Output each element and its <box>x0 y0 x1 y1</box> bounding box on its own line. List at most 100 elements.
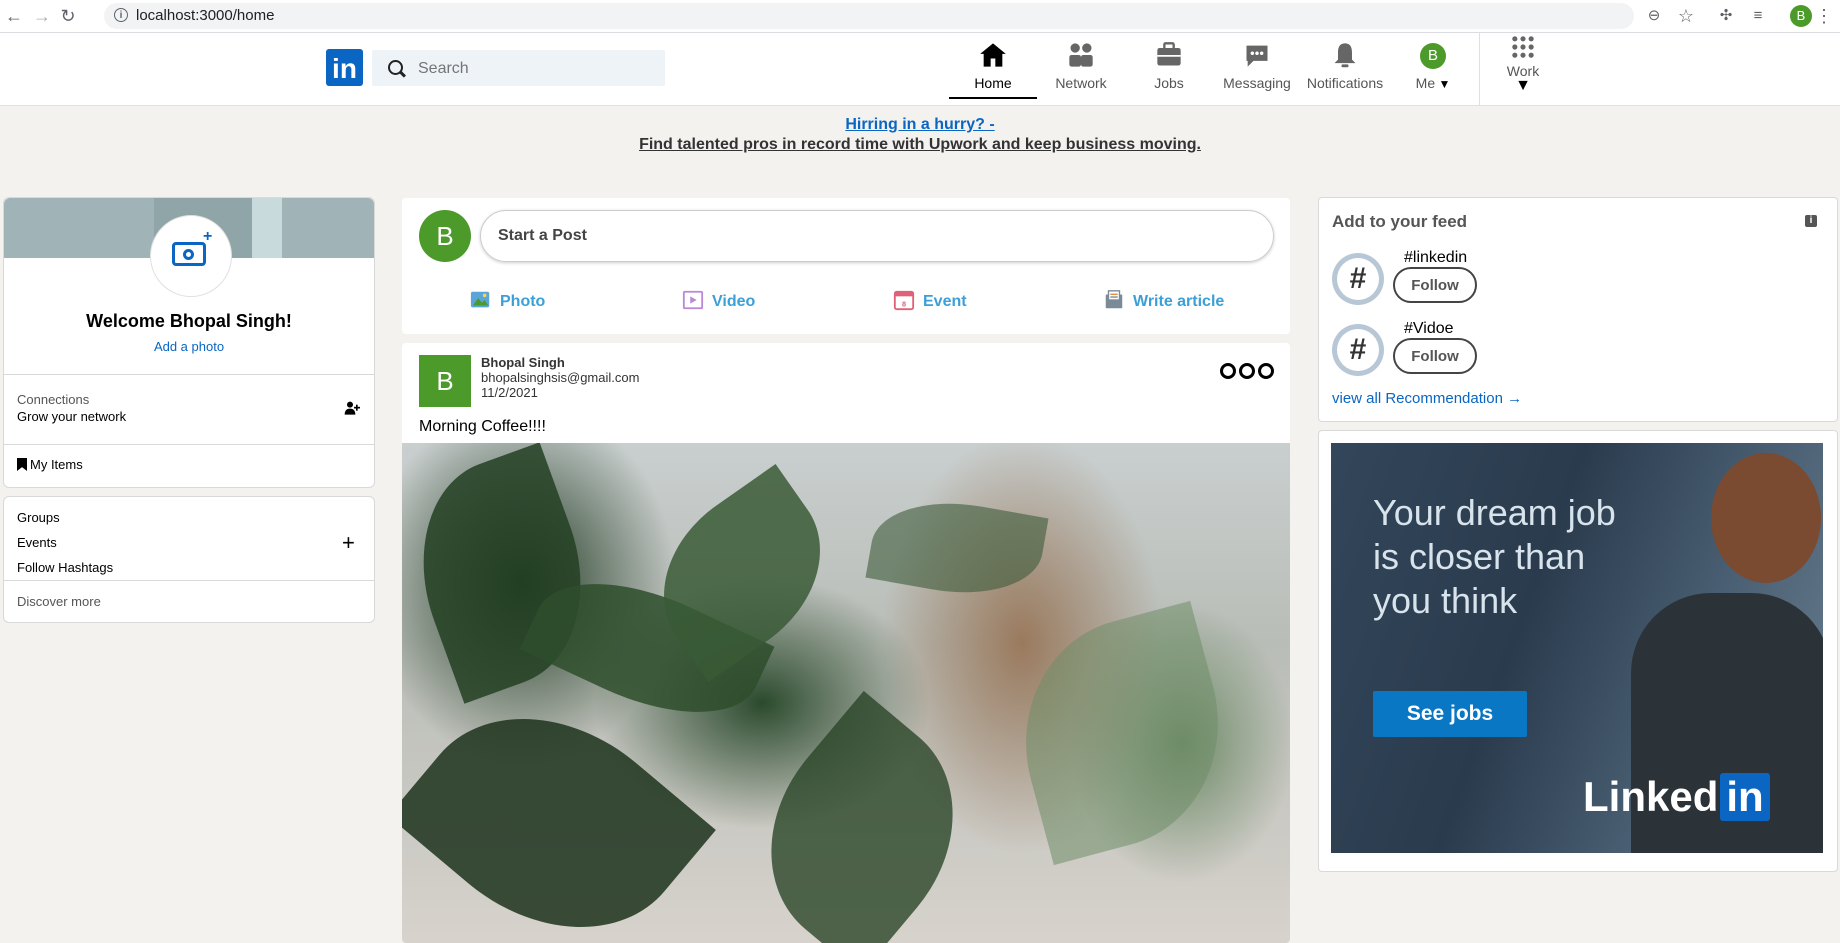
hashtag-icon: # <box>1332 324 1384 376</box>
my-items-link[interactable]: My Items <box>17 457 83 472</box>
profile-photo-placeholder[interactable]: + <box>150 215 232 297</box>
svg-text:8: 8 <box>902 299 906 308</box>
video-button[interactable]: Video <box>682 289 755 311</box>
follow-hashtags-link[interactable]: Follow Hashtags <box>17 560 113 575</box>
nav-messaging-label: Messaging <box>1223 75 1291 91</box>
plus-icon: + <box>203 228 213 245</box>
forward-icon[interactable]: → <box>32 6 52 26</box>
grid-icon <box>1512 36 1534 58</box>
url-text[interactable]: localhost:3000/home <box>136 7 274 24</box>
groups-link[interactable]: Groups <box>17 510 60 525</box>
photo-label: Photo <box>500 293 546 310</box>
ad-headline: Your dream job is closer than you think <box>1373 492 1616 621</box>
nav-notifications-label: Notifications <box>1306 75 1384 91</box>
caret-down-icon: ▼ <box>1515 77 1531 94</box>
browser-toolbar: ← → ↻ i localhost:3000/home ⊖ ☆ ✣ ≡ B ⋮ <box>0 0 1840 33</box>
messaging-icon <box>1246 45 1268 67</box>
nav-home[interactable]: Home <box>949 41 1037 99</box>
search-input[interactable] <box>416 56 650 82</box>
nav-notifications[interactable]: Notifications <box>1301 41 1389 101</box>
follow-button[interactable]: Follow <box>1393 338 1477 374</box>
events-link[interactable]: Events <box>17 535 57 550</box>
view-all-recommendations-link[interactable]: view all Recommendation → <box>1332 390 1522 407</box>
divider <box>4 374 374 375</box>
add-photo-link[interactable]: Add a photo <box>4 339 374 354</box>
avatar[interactable]: B <box>419 210 471 262</box>
event-button[interactable]: 8 Event <box>893 289 967 311</box>
nav-network[interactable]: Network <box>1037 41 1125 101</box>
network-icon <box>1069 43 1093 67</box>
zoom-icon[interactable]: ⊖ <box>1644 6 1664 26</box>
hashtag-name[interactable]: #Vidoe <box>1404 320 1454 338</box>
add-event-icon[interactable]: + <box>342 532 355 554</box>
info-icon[interactable]: i <box>1805 215 1817 227</box>
write-article-label: Write article <box>1133 293 1225 310</box>
add-to-feed-title: Add to your feed <box>1332 212 1468 231</box>
reading-list-icon[interactable]: ≡ <box>1748 6 1768 26</box>
ad-person-figure <box>1711 453 1821 583</box>
promo-link[interactable]: Hirring in a hurry? - <box>845 116 994 133</box>
camera-icon <box>172 242 206 266</box>
post-image[interactable] <box>402 443 1290 943</box>
nav-work[interactable]: Work ▼ <box>1479 33 1567 94</box>
arrow-right-icon: → <box>1502 390 1523 407</box>
hashtag-icon: # <box>1332 253 1384 305</box>
home-icon <box>980 43 1006 67</box>
grow-network-label[interactable]: Grow your network <box>17 409 126 424</box>
nav-me-label: Me <box>1415 75 1436 91</box>
extensions-icon[interactable]: ✣ <box>1716 6 1736 26</box>
browser-profile-avatar[interactable]: B <box>1790 5 1812 27</box>
hashtag-name[interactable]: #linkedin <box>1404 249 1467 267</box>
feed-post: B Bhopal Singh bhopalsinghsis@gmail.com … <box>402 343 1290 943</box>
write-article-button[interactable]: Write article <box>1103 289 1224 311</box>
profile-card: + Welcome Bhopal Singh! Add a photo Conn… <box>3 197 375 488</box>
add-person-icon[interactable] <box>344 400 360 416</box>
follow-button[interactable]: Follow <box>1393 267 1477 303</box>
bookmark-star-icon[interactable]: ☆ <box>1676 6 1696 26</box>
post-text: Morning Coffee!!!! <box>419 418 546 435</box>
photo-button[interactable]: Photo <box>470 289 545 311</box>
address-bar[interactable]: i localhost:3000/home <box>104 3 1634 29</box>
reload-icon[interactable]: ↻ <box>58 6 78 26</box>
nav-jobs[interactable]: Jobs <box>1125 41 1213 101</box>
ad-card: Your dream job is closer than you think … <box>1318 430 1838 872</box>
nav-home-label: Home <box>974 75 1012 91</box>
briefcase-icon <box>1157 42 1181 66</box>
divider <box>4 580 374 581</box>
welcome-text: Welcome Bhopal Singh! <box>86 311 292 331</box>
top-navbar: in Home Network Jobs Messaging Notificat… <box>0 33 1840 106</box>
search-bar[interactable] <box>372 50 665 86</box>
ad-image[interactable]: Your dream job is closer than you think … <box>1331 443 1823 853</box>
post-author-name[interactable]: Bhopal Singh <box>481 355 565 370</box>
bell-icon <box>1334 43 1356 68</box>
me-avatar: B <box>1420 43 1446 69</box>
post-composer: B Start a Post Photo Video 8 Event Write … <box>402 198 1290 334</box>
divider <box>4 444 374 445</box>
discover-more-link[interactable]: Discover more <box>17 594 101 609</box>
site-info-icon[interactable]: i <box>114 8 128 22</box>
start-post-input[interactable]: Start a Post <box>480 210 1274 262</box>
view-all-label: view all Recommendation <box>1332 390 1503 407</box>
start-post-placeholder: Start a Post <box>498 227 587 244</box>
more-options-icon[interactable] <box>1220 363 1277 384</box>
back-icon[interactable]: ← <box>4 6 24 26</box>
nav-messaging[interactable]: Messaging <box>1213 41 1301 101</box>
video-icon <box>682 290 704 310</box>
see-jobs-button[interactable]: See jobs <box>1373 691 1527 737</box>
photo-icon <box>470 291 490 308</box>
connections-label[interactable]: Connections <box>17 392 89 407</box>
post-author-email: bhopalsinghsis@gmail.com <box>481 370 640 385</box>
post-date: 11/2/2021 <box>481 385 538 400</box>
nav-jobs-label: Jobs <box>1154 75 1184 91</box>
browser-menu-icon[interactable]: ⋮ <box>1814 6 1834 26</box>
post-author-avatar[interactable]: B <box>419 355 471 407</box>
video-label: Video <box>712 293 756 310</box>
linkedin-ad-logo: Linked in <box>1583 773 1770 821</box>
linkedin-logo[interactable]: in <box>326 49 363 86</box>
search-icon <box>388 60 403 75</box>
article-icon <box>1105 290 1123 309</box>
nav-network-label: Network <box>1055 75 1107 91</box>
caret-down-icon: ▼ <box>1435 77 1451 91</box>
promo-subtext[interactable]: Find talented pros in record time with U… <box>0 136 1840 154</box>
nav-me[interactable]: B Me ▼ <box>1389 41 1477 101</box>
